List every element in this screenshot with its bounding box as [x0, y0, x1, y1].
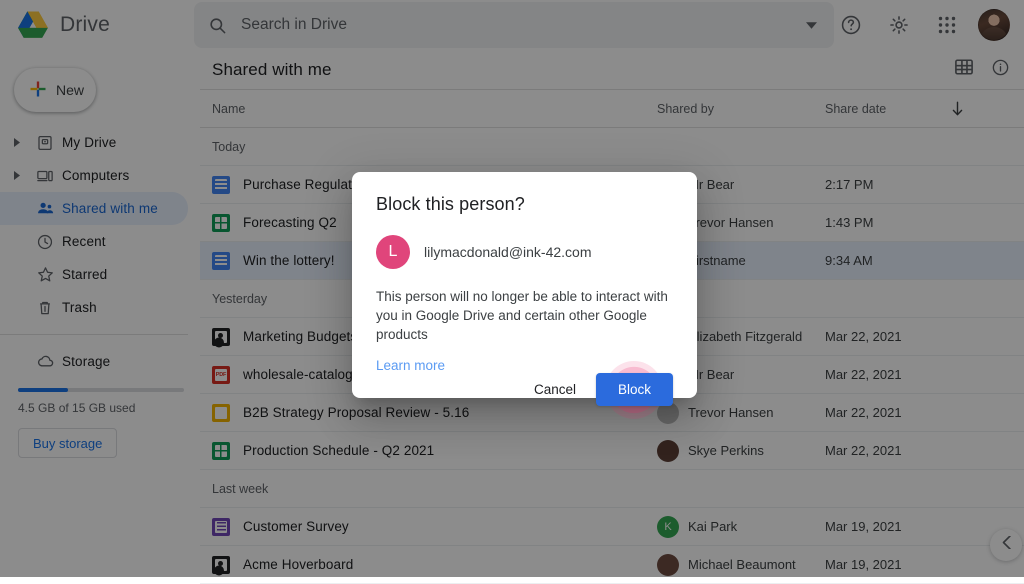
- dialog-actions: Cancel Block: [376, 360, 673, 419]
- block-button[interactable]: Block: [595, 373, 673, 406]
- person-email: lilymacdonald@ink-42.com: [424, 244, 592, 260]
- dialog-person-row: L lilymacdonald@ink-42.com: [376, 235, 673, 269]
- cancel-button[interactable]: Cancel: [524, 373, 586, 406]
- block-person-dialog: Block this person? L lilymacdonald@ink-4…: [352, 172, 697, 419]
- learn-more-link[interactable]: Learn more: [376, 358, 673, 373]
- person-avatar: L: [376, 235, 410, 269]
- block-button-wrapper: Block: [595, 360, 673, 419]
- dialog-body-text: This person will no longer be able to in…: [376, 289, 668, 342]
- dialog-title: Block this person?: [376, 194, 525, 214]
